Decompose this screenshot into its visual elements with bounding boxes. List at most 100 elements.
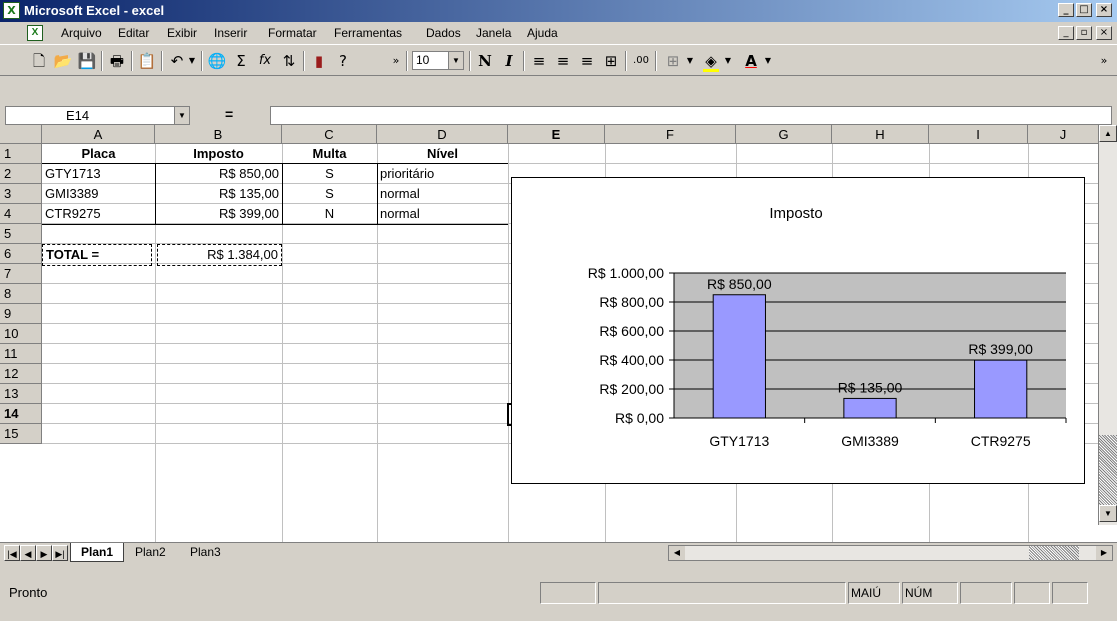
excel-app-icon[interactable]: X [3, 2, 20, 19]
column-header-j[interactable]: J [1028, 125, 1099, 144]
last-sheet-icon[interactable]: ▶| [52, 545, 68, 561]
column-header-g[interactable]: G [736, 125, 832, 144]
save-icon[interactable]: 💾 [76, 50, 98, 72]
row-header-5[interactable]: 5 [0, 224, 42, 244]
doc-restore-button[interactable]: ▫ [1076, 26, 1092, 40]
hscroll-thumb[interactable] [1029, 546, 1079, 560]
align-center-icon[interactable]: ≡ [552, 50, 574, 72]
align-right-icon[interactable]: ≡ [576, 50, 598, 72]
menu-ajuda[interactable]: Ajuda [527, 26, 558, 40]
scroll-up-arrow[interactable]: ▲ [1099, 125, 1117, 142]
row-header-9[interactable]: 9 [0, 304, 42, 324]
autosum-icon[interactable]: Σ [230, 50, 252, 72]
cell-a1[interactable]: Placa [42, 144, 155, 164]
sheet-tab-plan2[interactable]: Plan2 [125, 543, 176, 562]
font-color-icon[interactable]: A [740, 50, 762, 72]
fill-color-dropdown-icon[interactable]: ▼ [722, 50, 734, 72]
sheet-tab-plan1[interactable]: Plan1 [70, 543, 125, 562]
font-size-select[interactable]: 10 ▼ [412, 51, 464, 70]
bar-gty1713[interactable] [712, 294, 766, 419]
row-header-6[interactable]: 6 [0, 244, 42, 264]
doc-close-button[interactable]: × [1096, 26, 1112, 40]
merge-center-icon[interactable]: ⊞ [600, 50, 622, 72]
undo-icon[interactable]: ↶ [166, 50, 188, 72]
increase-decimal-icon[interactable]: .00 [630, 50, 652, 72]
chevron-down-icon[interactable]: ▼ [174, 107, 189, 124]
row-header-8[interactable]: 8 [0, 284, 42, 304]
row-header-10[interactable]: 10 [0, 324, 42, 344]
column-header-b[interactable]: B [155, 125, 282, 144]
open-folder-icon[interactable]: 📂 [52, 50, 74, 72]
chart-area[interactable]: Imposto R$ 0,00 R$ 200,00 R$ 400,00 R$ 600,… [511, 177, 1085, 484]
chart-wizard-icon[interactable]: ▮ [308, 50, 330, 72]
row-header-13[interactable]: 13 [0, 384, 42, 404]
column-header-f[interactable]: F [605, 125, 736, 144]
scroll-left-arrow[interactable]: ◀ [669, 546, 685, 560]
row-header-12[interactable]: 12 [0, 364, 42, 384]
row-header-7[interactable]: 7 [0, 264, 42, 284]
sheet-tab-plan3[interactable]: Plan3 [180, 543, 231, 562]
cell-a6[interactable]: TOTAL = [42, 244, 152, 266]
row-header-4[interactable]: 4 [0, 204, 42, 224]
scroll-thumb[interactable] [1099, 435, 1117, 505]
paste-icon[interactable]: 📋 [136, 50, 158, 72]
toolbar-more-icon[interactable]: » [1093, 50, 1115, 72]
menu-exibir[interactable]: Exibir [167, 26, 197, 40]
vertical-scrollbar[interactable]: ▲ ▼ [1098, 125, 1117, 525]
maximize-button[interactable]: □ [1076, 3, 1092, 17]
scroll-down-arrow[interactable]: ▼ [1099, 505, 1117, 522]
undo-dropdown-icon[interactable]: ▼ [186, 50, 198, 72]
menu-arquivo[interactable]: Arquivo [61, 26, 102, 40]
menu-ferramentas[interactable]: Ferramentas [334, 26, 402, 40]
prev-sheet-icon[interactable]: ◀ [20, 545, 36, 561]
cell-d1[interactable]: Nível [377, 144, 508, 164]
row-header-3[interactable]: 3 [0, 184, 42, 204]
sort-ascending-icon[interactable]: ⇅ [278, 50, 300, 72]
close-button[interactable]: × [1096, 3, 1112, 17]
scroll-right-arrow[interactable]: ▶ [1096, 546, 1112, 560]
row-header-14[interactable]: 14 [0, 404, 42, 424]
column-header-h[interactable]: H [832, 125, 929, 144]
bold-button[interactable]: N [474, 50, 496, 72]
cell-c1[interactable]: Multa [282, 144, 377, 164]
select-all-corner[interactable] [0, 125, 42, 144]
menu-inserir[interactable]: Inserir [214, 26, 247, 40]
font-color-dropdown-icon[interactable]: ▼ [762, 50, 774, 72]
bar-gmi3389[interactable] [843, 397, 897, 419]
menu-dados[interactable]: Dados [426, 26, 461, 40]
row-header-2[interactable]: 2 [0, 164, 42, 184]
chevron-down-icon[interactable]: ▼ [448, 52, 463, 69]
column-header-c[interactable]: C [282, 125, 377, 144]
print-icon[interactable]: 🖶 [106, 50, 128, 72]
first-sheet-icon[interactable]: |◀ [4, 545, 20, 561]
cell-b6[interactable]: R$ 1.384,00 [157, 244, 282, 266]
menu-janela[interactable]: Janela [476, 26, 511, 40]
cell-b1[interactable]: Imposto [155, 144, 282, 164]
formula-input[interactable] [270, 106, 1112, 125]
column-header-i[interactable]: I [929, 125, 1028, 144]
horizontal-scrollbar[interactable]: ◀ ▶ [668, 545, 1113, 561]
minimize-button[interactable]: _ [1058, 3, 1074, 17]
borders-dropdown-icon[interactable]: ▼ [684, 50, 696, 72]
menu-formatar[interactable]: Formatar [268, 26, 317, 40]
menu-editar[interactable]: Editar [118, 26, 149, 40]
help-icon[interactable]: ? [332, 50, 354, 72]
insert-function-icon[interactable]: fx [254, 50, 276, 72]
column-header-a[interactable]: A [42, 125, 155, 144]
hyperlink-globe-icon[interactable]: 🌐 [206, 50, 228, 72]
bar-ctr9275[interactable] [974, 359, 1028, 419]
align-left-icon[interactable]: ≡ [528, 50, 550, 72]
column-header-d[interactable]: D [377, 125, 508, 144]
worksheet-grid[interactable]: A B C D E F G H I J 1 2 3 4 5 6 7 8 9 10 11 12 13 14 1… [0, 125, 1117, 542]
next-sheet-icon[interactable]: ▶ [36, 545, 52, 561]
name-box[interactable]: E14 ▼ [5, 106, 190, 125]
column-header-e[interactable]: E [508, 125, 605, 144]
borders-icon[interactable]: ⊞ [662, 50, 684, 72]
row-header-11[interactable]: 11 [0, 344, 42, 364]
new-document-icon[interactable]: 🗋 [28, 50, 50, 72]
italic-button[interactable]: I [498, 50, 520, 72]
row-header-1[interactable]: 1 [0, 144, 42, 164]
doc-minimize-button[interactable]: _ [1058, 26, 1074, 40]
document-icon[interactable]: X [27, 25, 43, 41]
toolbar-more-icon[interactable]: » [385, 50, 407, 72]
